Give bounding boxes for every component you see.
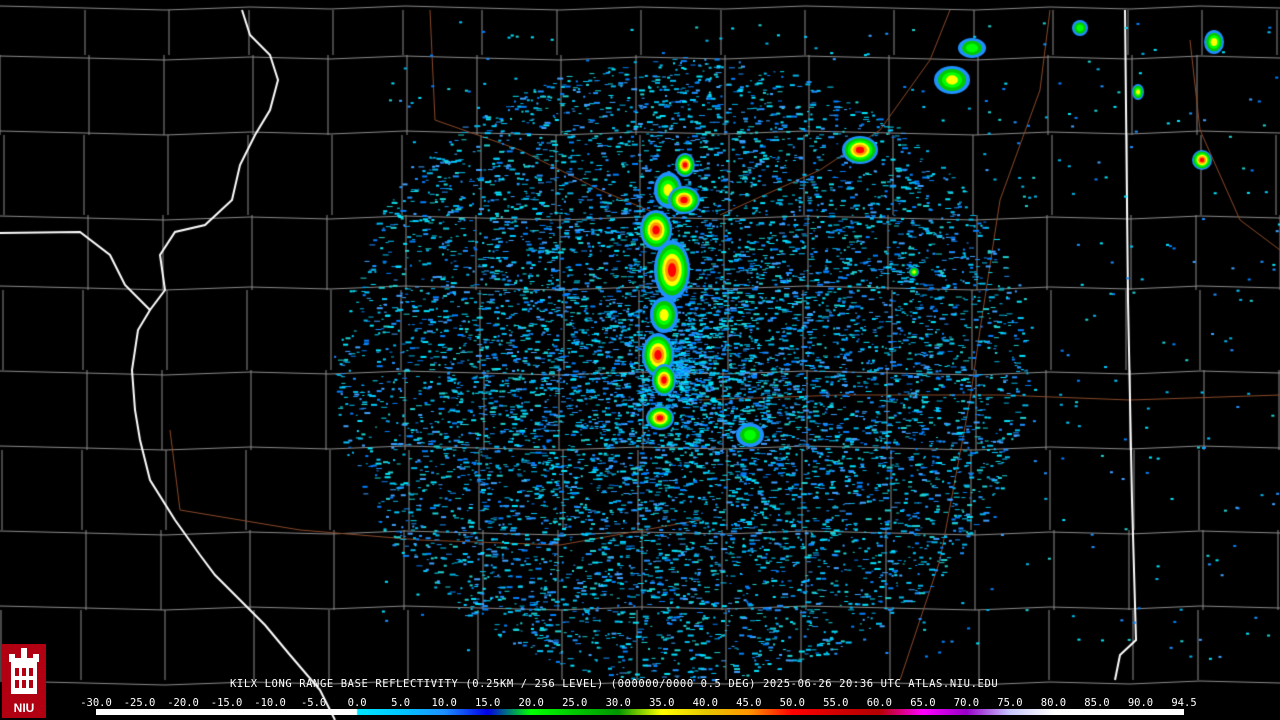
scale-label: 30.0	[605, 697, 631, 709]
scale-label: 65.0	[910, 697, 936, 709]
scale-label: 40.0	[692, 697, 718, 709]
reflectivity-scale-labels: -30.0 -25.0 -20.0 -15.0 -10.0 -5.0 0.0 5.0 10.0 1…	[80, 697, 1196, 709]
scale-label: 90.0	[1127, 697, 1154, 709]
scale-label: -25.0	[123, 697, 156, 709]
scale-label: -20.0	[167, 697, 199, 709]
scale-label: 5.0	[391, 697, 411, 709]
scale-label: -10.0	[254, 697, 286, 709]
radar-map	[0, 0, 1280, 720]
scale-label: 10.0	[431, 697, 457, 709]
scale-label: 75.0	[997, 697, 1023, 709]
reflectivity-colorbar	[96, 709, 1184, 715]
scale-label: 45.0	[736, 697, 762, 709]
scale-label: 20.0	[518, 697, 544, 709]
scale-label: 25.0	[562, 697, 588, 709]
scale-label: 60.0	[866, 697, 893, 709]
scale-label: 94.5	[1171, 697, 1197, 709]
niu-logo: NIU	[2, 644, 46, 718]
scale-label: 35.0	[649, 697, 675, 709]
scale-label: -15.0	[210, 697, 243, 709]
scale-label: 80.0	[1040, 697, 1067, 709]
scale-label: 15.0	[475, 697, 501, 709]
scale-label: 0.0	[347, 697, 367, 709]
scale-label: 50.0	[779, 697, 805, 709]
scale-label: 85.0	[1084, 697, 1110, 709]
scale-label: -5.0	[300, 697, 327, 709]
radar-caption: KILX LONG RANGE BASE REFLECTIVITY (0.25K…	[230, 678, 999, 690]
scale-label: -30.0	[80, 697, 112, 709]
scale-label: 55.0	[823, 697, 849, 709]
scale-label: 70.0	[953, 697, 980, 709]
niu-logo-text: NIU	[14, 701, 35, 715]
